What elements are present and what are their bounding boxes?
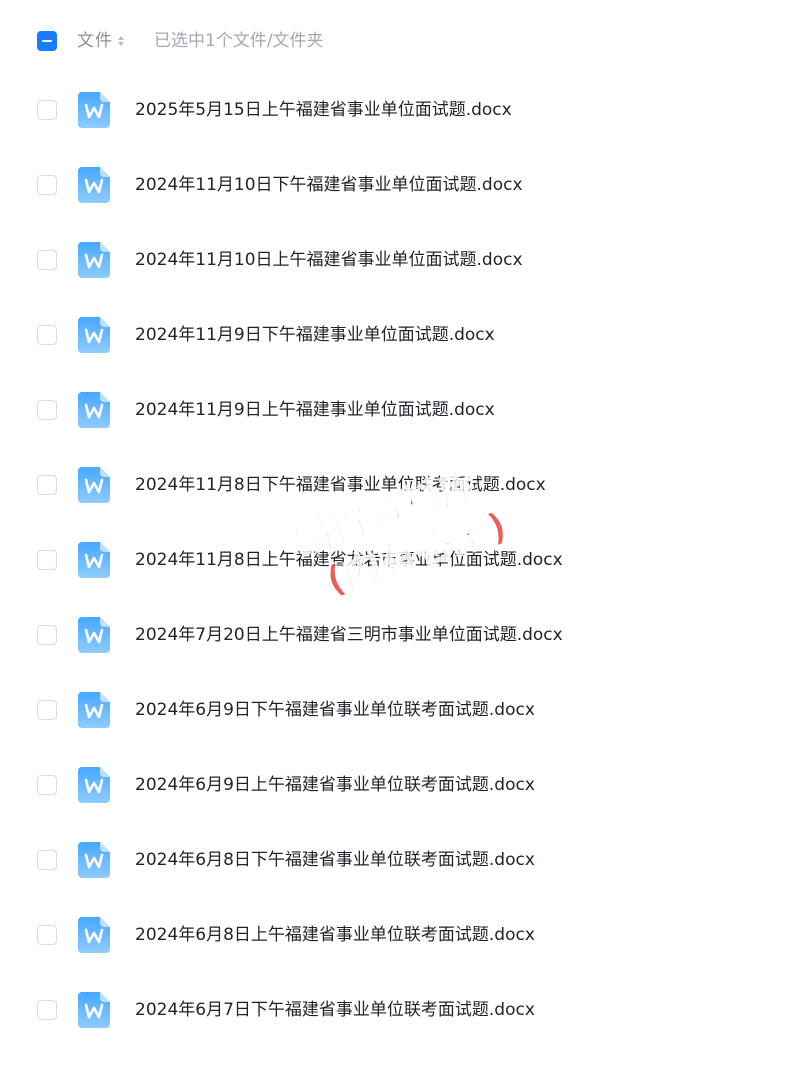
row-checkbox[interactable]	[37, 700, 57, 720]
file-name[interactable]: 2025年5月15日上午福建省事业单位面试题.docx	[135, 99, 512, 121]
sort-updown-icon[interactable]	[117, 34, 125, 48]
file-name[interactable]: 2024年6月9日下午福建省事业单位联考面试题.docx	[135, 699, 535, 721]
file-row-1[interactable]: 2025年5月15日上午福建省事业单位面试题.docx	[0, 72, 800, 147]
word-document-icon	[78, 542, 110, 578]
file-name[interactable]: 2024年6月8日下午福建省事业单位联考面试题.docx	[135, 849, 535, 871]
file-name[interactable]: 2024年7月20日上午福建省三明市事业单位面试题.docx	[135, 624, 563, 646]
word-document-icon	[78, 917, 110, 953]
word-document-icon	[78, 842, 110, 878]
word-document-icon	[78, 617, 110, 653]
file-name[interactable]: 2024年11月9日下午福建事业单位面试题.docx	[135, 324, 495, 346]
file-row-4[interactable]: 2024年11月9日下午福建事业单位面试题.docx	[0, 297, 800, 372]
file-name[interactable]: 2024年11月9日上午福建事业单位面试题.docx	[135, 399, 495, 421]
file-row-7[interactable]: 2024年11月8日上午福建省龙岩市事业单位面试题.docx	[0, 522, 800, 597]
row-checkbox[interactable]	[37, 850, 57, 870]
row-checkbox[interactable]	[37, 550, 57, 570]
file-row-11[interactable]: 2024年6月8日下午福建省事业单位联考面试题.docx	[0, 822, 800, 897]
file-name[interactable]: 2024年11月8日下午福建省事业单位联考面试题.docx	[135, 474, 546, 496]
row-checkbox[interactable]	[37, 625, 57, 645]
column-title-file[interactable]: 文件	[77, 30, 113, 52]
word-document-icon	[78, 467, 110, 503]
file-row-13[interactable]: 2024年6月7日下午福建省事业单位联考面试题.docx	[0, 972, 800, 1047]
file-row-3[interactable]: 2024年11月10日上午福建省事业单位面试题.docx	[0, 222, 800, 297]
word-document-icon	[78, 317, 110, 353]
file-row-8[interactable]: 2024年7月20日上午福建省三明市事业单位面试题.docx	[0, 597, 800, 672]
file-browser: 文件 已选中1个文件/文件夹 2025年5月15日上午福建省事业单位面试题.do…	[0, 0, 800, 1068]
word-document-icon	[78, 92, 110, 128]
select-all-checkbox[interactable]	[37, 31, 57, 51]
word-document-icon	[78, 692, 110, 728]
word-document-icon	[78, 242, 110, 278]
file-row-12[interactable]: 2024年6月8日上午福建省事业单位联考面试题.docx	[0, 897, 800, 972]
selection-status: 已选中1个文件/文件夹	[154, 31, 324, 51]
row-checkbox[interactable]	[37, 475, 57, 495]
row-checkbox[interactable]	[37, 100, 57, 120]
file-name[interactable]: 2024年6月8日上午福建省事业单位联考面试题.docx	[135, 924, 535, 946]
file-name[interactable]: 2024年11月10日上午福建省事业单位面试题.docx	[135, 249, 523, 271]
file-name[interactable]: 2024年11月10日下午福建省事业单位面试题.docx	[135, 174, 523, 196]
file-name[interactable]: 2024年11月8日上午福建省龙岩市事业单位面试题.docx	[135, 549, 563, 571]
row-checkbox[interactable]	[37, 1000, 57, 1020]
file-name[interactable]: 2024年6月7日下午福建省事业单位联考面试题.docx	[135, 999, 535, 1021]
file-row-2[interactable]: 2024年11月10日下午福建省事业单位面试题.docx	[0, 147, 800, 222]
file-row-9[interactable]: 2024年6月9日下午福建省事业单位联考面试题.docx	[0, 672, 800, 747]
word-document-icon	[78, 992, 110, 1028]
file-row-5[interactable]: 2024年11月9日上午福建事业单位面试题.docx	[0, 372, 800, 447]
file-row-6[interactable]: 2024年11月8日下午福建省事业单位联考面试题.docx	[0, 447, 800, 522]
row-checkbox[interactable]	[37, 775, 57, 795]
row-checkbox[interactable]	[37, 175, 57, 195]
file-name[interactable]: 2024年6月9日上午福建省事业单位联考面试题.docx	[135, 774, 535, 796]
row-checkbox[interactable]	[37, 250, 57, 270]
row-checkbox[interactable]	[37, 400, 57, 420]
row-checkbox[interactable]	[37, 325, 57, 345]
list-header: 文件 已选中1个文件/文件夹	[0, 0, 800, 80]
file-list: 2025年5月15日上午福建省事业单位面试题.docx 2024年11月10日下…	[0, 72, 800, 1047]
row-checkbox[interactable]	[37, 925, 57, 945]
word-document-icon	[78, 392, 110, 428]
word-document-icon	[78, 167, 110, 203]
file-row-10[interactable]: 2024年6月9日上午福建省事业单位联考面试题.docx	[0, 747, 800, 822]
word-document-icon	[78, 767, 110, 803]
